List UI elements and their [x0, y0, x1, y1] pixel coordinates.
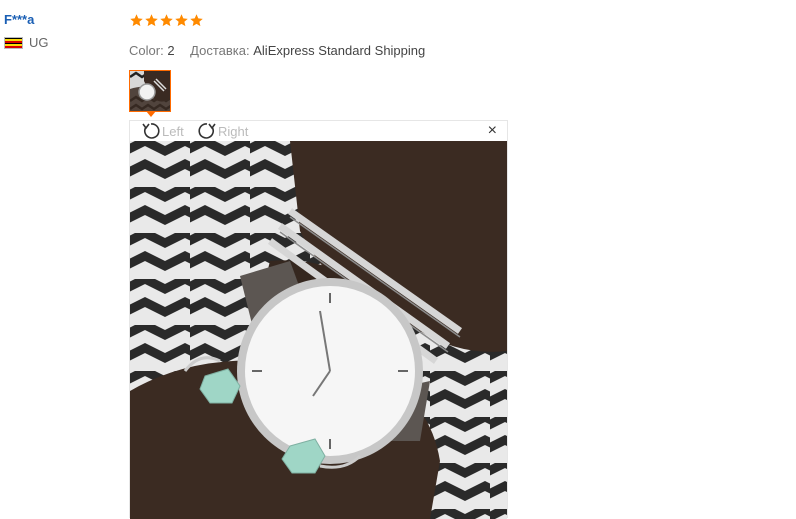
photo-thumbnail[interactable]: [129, 70, 171, 112]
reviewer-name[interactable]: F***a: [4, 12, 114, 27]
star-rating: [129, 10, 796, 30]
feedback-meta: Color: 2 Доставка: AliExpress Standard S…: [129, 43, 796, 58]
close-icon[interactable]: ×: [488, 123, 497, 139]
star-icon: [145, 13, 158, 26]
rotate-left-icon: [142, 123, 160, 139]
star-icon: [175, 13, 188, 26]
reviewer-country: UG: [4, 35, 114, 50]
color-value: 2: [167, 43, 175, 58]
review-photo: [130, 141, 507, 519]
reviewer-info: F***a UG: [4, 12, 114, 50]
rotate-left-label: Left: [162, 123, 184, 139]
star-icon: [190, 13, 203, 26]
rotate-right-button[interactable]: Right: [196, 121, 248, 141]
star-icon: [160, 13, 173, 26]
uganda-flag-icon: [4, 36, 23, 49]
viewer-toolbar: Left Right ×: [130, 121, 507, 141]
thumbnail-selected-indicator: [146, 111, 156, 117]
country-code: UG: [29, 35, 49, 50]
rotate-right-icon: [198, 123, 216, 139]
feedback-block: Color: 2 Доставка: AliExpress Standard S…: [129, 10, 796, 58]
watch-photo-image: [130, 141, 507, 519]
delivery-value: AliExpress Standard Shipping: [253, 43, 426, 58]
rotate-left-button[interactable]: Left: [140, 121, 184, 141]
rotate-right-label: Right: [218, 123, 249, 139]
delivery-label: Доставка:: [190, 43, 250, 58]
photo-viewer: Left Right ×: [129, 120, 508, 519]
star-icon: [130, 13, 143, 26]
color-label: Color:: [129, 43, 164, 58]
